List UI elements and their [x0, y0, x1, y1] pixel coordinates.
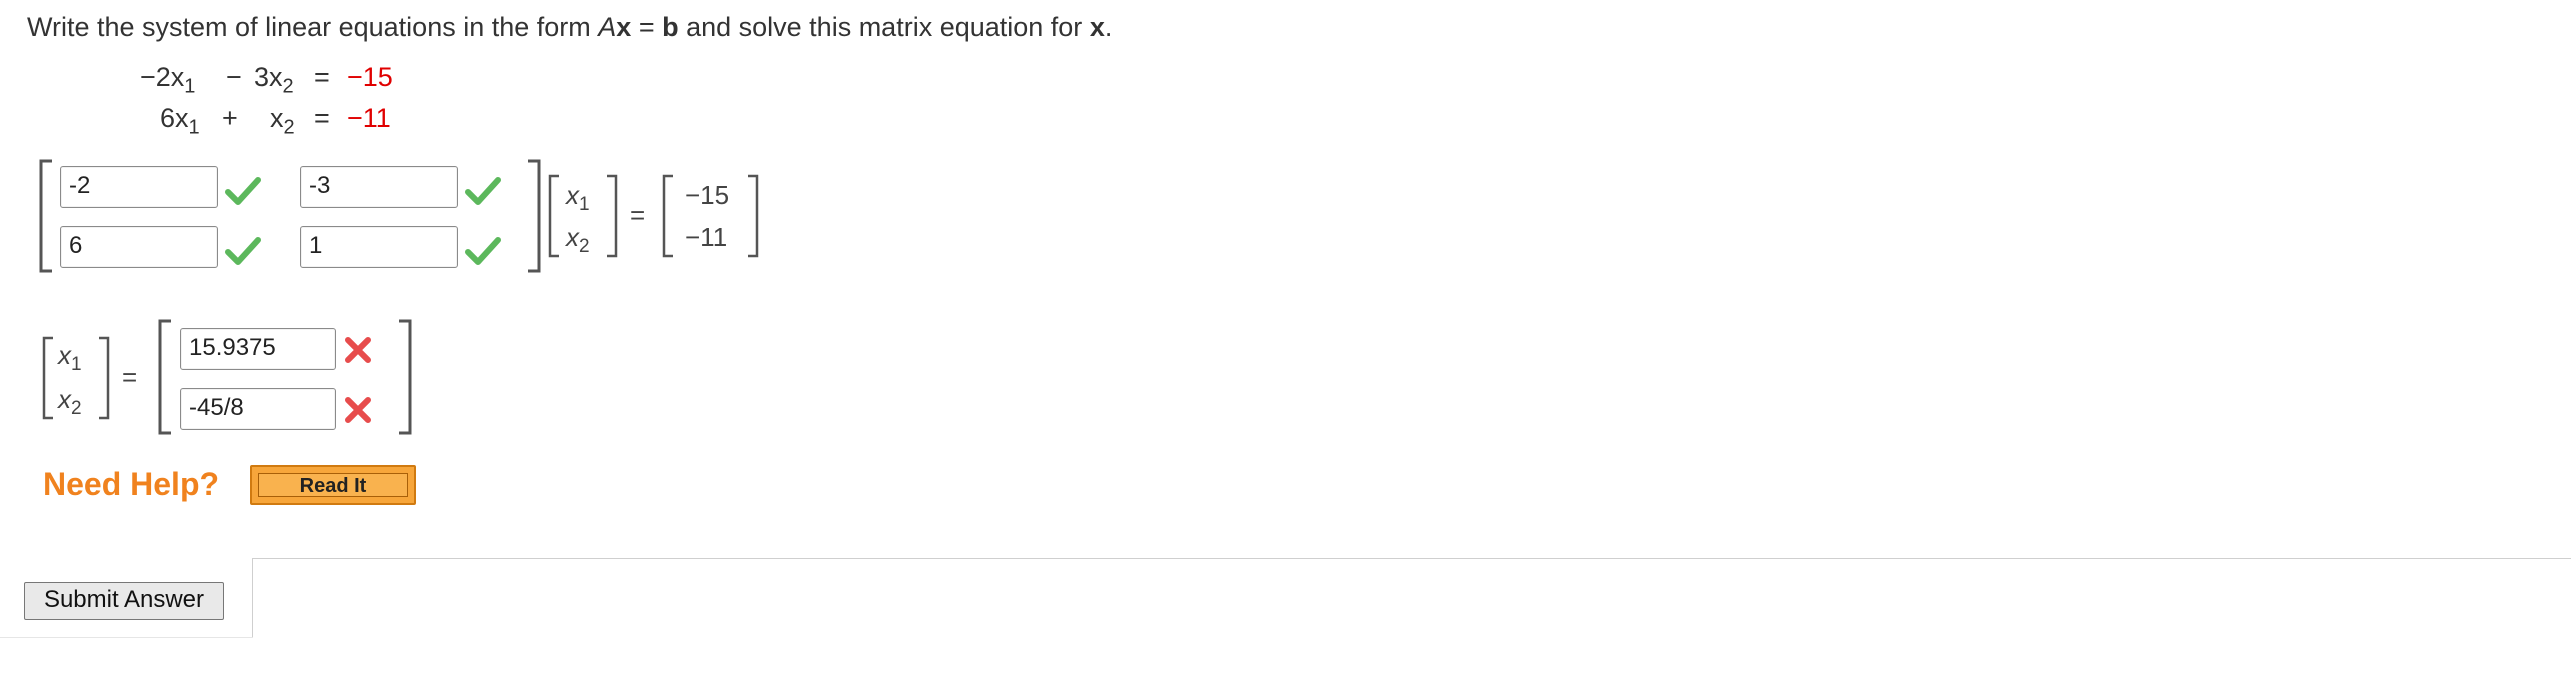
matrix-a-entry-12[interactable]: -3 [300, 166, 458, 208]
solution-value-left-bracket [158, 319, 171, 435]
eq2-operator: + [222, 103, 238, 133]
eq1-term2-wrap: 3x2 [254, 62, 294, 98]
solution-x1-input[interactable]: 15.9375 [180, 328, 336, 370]
vector-x-symbol: x [616, 12, 632, 42]
solution-x1-subscript: 1 [71, 354, 82, 376]
eq1-term1: −2x [140, 62, 185, 92]
solution-x2-subscript: 2 [71, 398, 82, 420]
submit-divider-bottom [0, 637, 253, 638]
matrix-a-entry-11[interactable]: -2 [60, 166, 218, 208]
eq1-term2: 3x [254, 62, 283, 92]
vector-x-right-bracket [607, 174, 618, 258]
matrix-a-entry-22[interactable]: 1 [300, 226, 458, 268]
cross-icon [345, 337, 371, 363]
x1-symbol: x [566, 180, 579, 210]
vector-b-entry-2: −11 [685, 222, 728, 252]
solution-x2-input[interactable]: -45/8 [180, 388, 336, 430]
matrix-a-left-bracket [39, 159, 52, 273]
question-text: Write the system of linear equations in … [27, 12, 1112, 43]
checkmark-icon [225, 177, 261, 205]
question-middle: and solve this matrix equation for [678, 12, 1090, 42]
eq2-sub1: 1 [188, 116, 200, 139]
solution-x2-symbol: x [58, 384, 71, 414]
eq1-equals: = [314, 62, 330, 92]
vector-b-entry-1: −15 [685, 180, 730, 210]
solution-x-left-bracket [42, 336, 53, 420]
eq1-sub1: 1 [184, 75, 196, 98]
solution-x1-label: x1 [58, 340, 82, 376]
submit-divider-vertical [252, 558, 253, 638]
cross-icon [345, 397, 371, 423]
submit-answer-button[interactable]: Submit Answer [24, 582, 224, 620]
eq2-equals: = [314, 103, 330, 133]
matrix-a-entry-21[interactable]: 6 [60, 226, 218, 268]
x2-subscript: 2 [579, 236, 590, 258]
question-period: . [1104, 12, 1113, 42]
solution-x1-symbol: x [58, 340, 71, 370]
matrix-a-symbol: A [598, 12, 617, 42]
submit-divider-horizontal [252, 558, 2571, 559]
vector-b-right-bracket [748, 174, 759, 258]
checkmark-icon [225, 237, 261, 265]
read-it-button[interactable]: Read It [250, 465, 416, 505]
vector-b-symbol: b [662, 12, 679, 42]
vector-x-entry-1: x1 [566, 180, 590, 216]
solution-equals: = [122, 362, 138, 392]
vector-x-entry-2: x2 [566, 222, 590, 258]
eq1-operator: − [226, 62, 242, 92]
eq2-term1: 6x [160, 103, 189, 133]
equation-2: 6x1 [160, 103, 200, 139]
checkmark-icon [465, 237, 501, 265]
equation-1: −2x1 [140, 62, 195, 98]
matrix-equation-equals: = [630, 200, 646, 230]
solve-for-x-symbol: x [1089, 12, 1105, 42]
eq2-term2: x [270, 103, 284, 133]
eq1-sub2: 2 [282, 75, 294, 98]
eq2-rhs: −11 [347, 103, 391, 133]
vector-b-left-bracket [662, 174, 673, 258]
need-help-label: Need Help? [43, 466, 220, 502]
eq2-sub2: 2 [283, 116, 295, 139]
solution-value-right-bracket [399, 319, 412, 435]
question-equals: = [631, 12, 663, 42]
eq2-term2-wrap: x2 [270, 103, 295, 139]
x1-subscript: 1 [579, 194, 590, 216]
read-it-label: Read It [258, 473, 408, 497]
checkmark-icon [465, 177, 501, 205]
question-prefix: Write the system of linear equations in … [27, 12, 599, 42]
eq1-rhs: −15 [347, 62, 393, 92]
solution-x2-label: x2 [58, 384, 82, 420]
x2-symbol: x [566, 222, 579, 252]
vector-x-left-bracket [548, 174, 559, 258]
matrix-a-right-bracket [528, 159, 541, 273]
solution-x-right-bracket [99, 336, 110, 420]
